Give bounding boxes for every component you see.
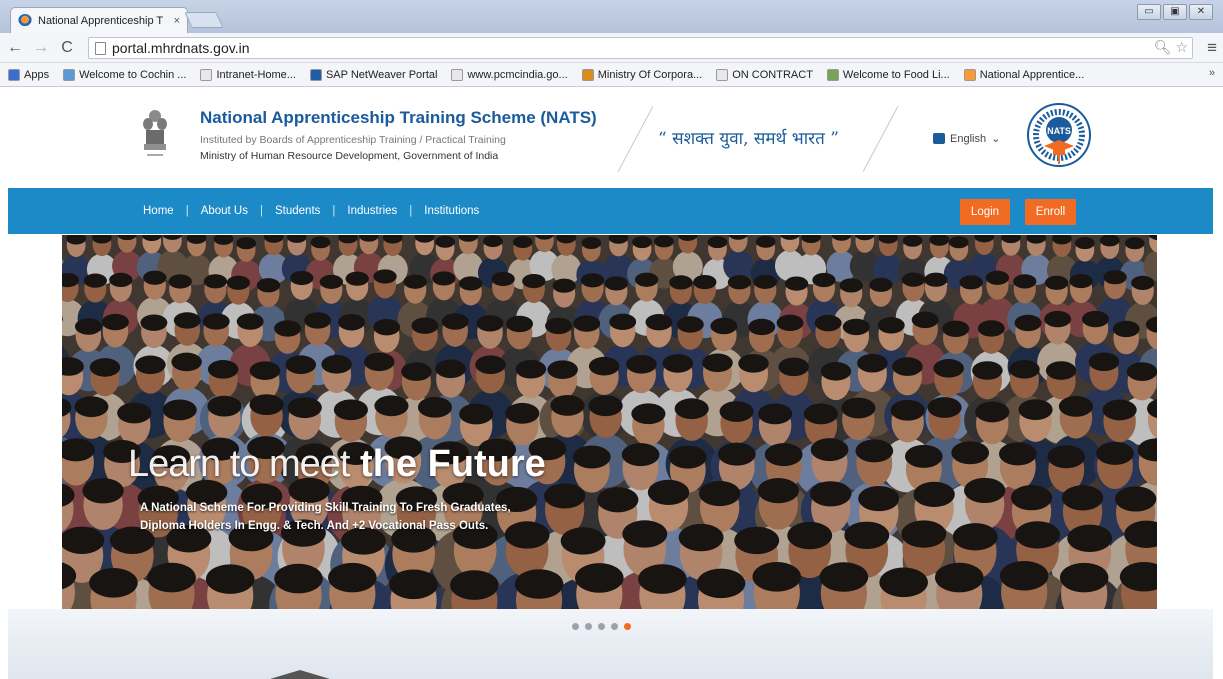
close-window-button[interactable]: ✕ [1189,4,1213,20]
nav-link-students[interactable]: Students [275,205,320,217]
nav-link-institutions[interactable]: Institutions [424,205,479,217]
nav-separator: | [332,205,336,217]
bookmark-icon [963,68,976,81]
bookmark-item[interactable]: National Apprentice... [963,68,1085,81]
minimize-button[interactable]: ▭ [1137,4,1161,20]
nav-link-about-us[interactable]: About Us [201,205,248,217]
logo-badge-text: NATS [1047,126,1071,136]
enroll-button[interactable]: Enroll [1025,199,1076,225]
site-header: National Apprenticeship Training Scheme … [8,88,1213,188]
bookmark-label: National Apprentice... [979,68,1085,81]
bookmark-label: SAP NetWeaver Portal [325,68,438,81]
address-bar[interactable]: portal.mhrdnats.gov.in 🔍︎ ☆ [88,37,1193,59]
bookmark-item[interactable]: ON CONTRACT [716,68,813,81]
bookmark-label: Welcome to Food Li... [842,68,950,81]
bookmark-label: Welcome to Cochin ... [79,68,187,81]
ministry-name: Ministry of Human Resource Development, … [200,150,499,162]
window-titlebar: National Apprenticeship T × ▭ ▣ ✕ [0,0,1223,33]
bookmark-item[interactable]: Welcome to Cochin ... [63,68,187,81]
hero-headline-light: Learn to meet [128,443,350,485]
nav-separator: | [409,205,413,217]
bookmark-label: ON CONTRACT [732,68,813,81]
bookmark-item[interactable]: Ministry Of Corpora... [581,68,703,81]
divider [617,106,654,172]
nav-links: Home | About Us | Students | Industries | Instit… [143,205,479,217]
url-text[interactable]: portal.mhrdnats.gov.in [112,40,249,56]
hero-headline-bold: the Future [360,443,546,485]
bookmark-item[interactable]: www.pcmcindia.go... [451,68,568,81]
bookmark-item[interactable]: Intranet-Home... [200,68,296,81]
bookmarks-overflow-icon[interactable]: » [1209,67,1215,79]
bookmark-label: Intranet-Home... [216,68,296,81]
site-subtitle: Instituted by Boards of Apprenticeship T… [200,134,506,146]
maximize-button[interactable]: ▣ [1163,4,1187,20]
bookmark-icon [826,68,839,81]
carousel-dots [572,623,631,630]
bookmark-icon [200,68,213,81]
login-button[interactable]: Login [960,199,1010,225]
language-selector[interactable]: English ⌄ [933,132,1000,145]
bookmark-icon [581,68,594,81]
new-tab-button[interactable] [184,12,224,28]
translate-icon [933,133,945,144]
page-icon [95,41,106,55]
bookmark-item[interactable]: Apps [8,68,50,81]
nats-logo[interactable]: NATS [1026,102,1092,168]
bookmark-item[interactable]: SAP NetWeaver Portal [309,68,438,81]
bookmark-label: Apps [24,68,50,81]
nav-link-industries[interactable]: Industries [347,205,397,217]
bookmark-icon [63,68,76,81]
bookmark-item[interactable]: Welcome to Food Li... [826,68,950,81]
bookmark-icon [716,68,729,81]
bookmark-label: www.pcmcindia.go... [467,68,568,81]
window-controls: ▭ ▣ ✕ [1137,4,1213,20]
bookmark-label: Ministry Of Corpora... [597,68,703,81]
hero-subtext-line2: Diploma Holders In Engg. & Tech. And +2 … [140,520,489,532]
tab-title: National Apprenticeship T [38,14,164,27]
bookmark-icon [8,68,20,81]
crowd-photo [62,235,1157,609]
carousel-dot[interactable] [598,623,605,630]
nav-separator: | [185,205,189,217]
hero-banner[interactable]: Learn to meet the Future A National Sche… [62,235,1157,609]
bookmark-icon [451,68,464,81]
decorative-shape [260,670,340,679]
slogan: “ सशक्त युवा, समर्थ भारत ” [658,129,839,149]
site-favicon-icon [18,13,32,28]
bookmarks-bar: Apps Welcome to Cochin ... Intranet-Home..… [0,63,1223,87]
main-nav: Home | About Us | Students | Industries | Instit… [8,188,1213,234]
site-title[interactable]: National Apprenticeship Training Scheme … [200,108,597,128]
carousel-dot[interactable] [585,623,592,630]
carousel-dot[interactable] [572,623,579,630]
browser-toolbar: ← → C portal.mhrdnats.gov.in 🔍︎ ☆ ≡ [0,33,1223,63]
language-label: English [950,132,987,145]
content-strip [8,609,1213,679]
tab-close-icon[interactable]: × [174,15,180,27]
nav-link-home[interactable]: Home [143,205,174,217]
browser-menu-icon[interactable]: ≡ [1207,38,1217,58]
zoom-bookmark-star-icon[interactable]: 🔍︎ ☆ [1154,39,1188,56]
browser-tab[interactable]: National Apprenticeship T × [10,7,188,33]
hero-headline: Learn to meet the Future [128,443,546,486]
divider [862,106,899,172]
carousel-dot[interactable] [624,623,631,630]
reload-icon[interactable]: C [56,39,78,57]
forward-arrow-icon[interactable]: → [30,39,52,57]
carousel-dot[interactable] [611,623,618,630]
back-arrow-icon[interactable]: ← [4,39,26,57]
hero-subtext-line1: A National Scheme For Providing Skill Tr… [140,502,511,514]
hero-subtext: A National Scheme For Providing Skill Tr… [140,499,511,535]
chevron-down-icon: ⌄ [991,133,1001,145]
national-emblem-icon [143,110,167,156]
bookmark-icon [309,68,322,81]
nav-separator: | [260,205,263,217]
